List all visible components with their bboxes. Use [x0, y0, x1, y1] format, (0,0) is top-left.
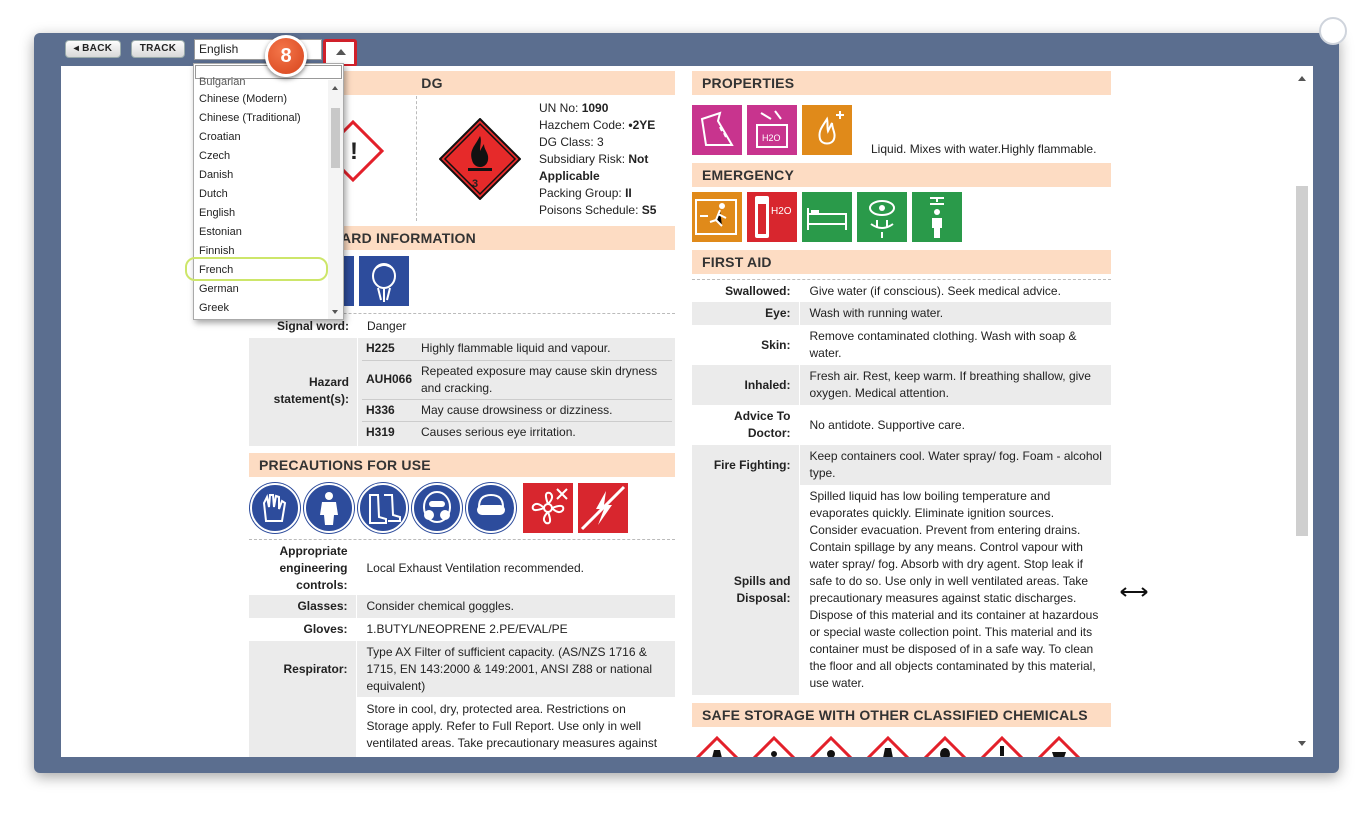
- first-aid-row: Eye: Wash with running water.: [692, 302, 1111, 325]
- first-aid-row: Inhaled: Fresh air. Rest, keep warm. If b…: [692, 365, 1111, 405]
- h2o-label-emergency: H2O: [771, 206, 792, 217]
- back-button[interactable]: ◂ BACK: [65, 40, 121, 58]
- language-option[interactable]: Chinese (Traditional): [199, 109, 301, 128]
- liquid-pour-icon: [692, 105, 742, 155]
- dropdown-scroll-down-icon[interactable]: [332, 310, 338, 314]
- dropdown-scroll-thumb[interactable]: [331, 108, 340, 168]
- rest-bed-icon: [802, 192, 852, 242]
- first-aid-row: Swallowed: Give water (if conscious). See…: [692, 280, 1111, 302]
- corner-icon[interactable]: [1319, 17, 1347, 45]
- fire-extinguisher-water-icon: H2O: [747, 192, 797, 242]
- dropdown-scrollbar[interactable]: [328, 80, 343, 319]
- properties-text: Liquid. Mixes with water.Highly flammabl…: [871, 142, 1097, 156]
- precaution-row: Respirator: Type AX Filter of sufficient …: [249, 641, 675, 697]
- precaution-row: Store in cool, dry, protected area. Rest…: [249, 697, 675, 757]
- evacuate-icon: [692, 192, 742, 242]
- vapour-pictogram: [359, 256, 409, 306]
- storage-pictograms-row: [692, 734, 1111, 757]
- first-aid-row: Spills and Disposal: Spilled liquid has l…: [692, 485, 1111, 695]
- language-option[interactable]: Czech: [199, 147, 230, 166]
- precaution-row: Appropriate engineering controls: Local E…: [249, 541, 675, 595]
- dropdown-scroll-up-icon[interactable]: [332, 86, 338, 90]
- gloves-icon: [250, 483, 300, 533]
- safe-storage-header: SAFE STORAGE WITH OTHER CLASSIFIED CHEMI…: [692, 703, 1111, 727]
- no-static-discharge-icon: [578, 483, 628, 533]
- language-option[interactable]: German: [199, 280, 239, 299]
- hazard-statement-row: H336 May cause drowsiness or dizziness.: [362, 399, 672, 421]
- precautions-table: Appropriate engineering controls: Local E…: [249, 541, 675, 757]
- h2o-label: H2O: [762, 133, 781, 143]
- dg-vertical-divider: [416, 96, 417, 221]
- language-option[interactable]: Chinese (Modern): [199, 90, 287, 109]
- language-option[interactable]: English: [199, 204, 235, 223]
- first-aid-row: Fire Fighting: Keep containers cool. Wate…: [692, 445, 1111, 485]
- hazard-statement-row: AUH066 Repeated exposure may cause skin …: [362, 360, 672, 399]
- dg-details: UN No: 1090 Hazchem Code: •2YE DG Class:…: [539, 101, 657, 217]
- scrollbar-thumb[interactable]: [1296, 186, 1308, 536]
- track-button[interactable]: TRACK: [131, 40, 185, 58]
- dg-diamond-number: 3: [472, 178, 479, 190]
- scroll-up-arrow-icon[interactable]: [1298, 76, 1306, 81]
- highly-flammable-icon: [802, 105, 852, 155]
- step-badge: 8: [265, 35, 307, 77]
- first-aid-table: Swallowed: Give water (if conscious). See…: [692, 280, 1111, 695]
- hazard-statements-label-cell: Hazard statement(s):: [249, 338, 357, 446]
- precautions-header: PRECAUTIONS FOR USE: [249, 453, 675, 477]
- hazard-statement-row: H319 Causes serious eye irritation.: [366, 424, 576, 439]
- language-option[interactable]: Greek: [199, 299, 229, 318]
- no-fan-ventilation-icon: [523, 483, 573, 533]
- boots-icon: [358, 483, 408, 533]
- scroll-down-arrow-icon[interactable]: [1298, 741, 1306, 746]
- language-dropdown[interactable]: Bulgarian Chinese (Modern) Chinese (Trad…: [193, 63, 344, 320]
- eye-wash-icon: [857, 192, 907, 242]
- exclamation-mark: !: [350, 138, 358, 165]
- mixes-with-water-icon: H2O: [747, 105, 797, 155]
- flammable-class3-diamond-icon: [438, 117, 522, 201]
- language-option[interactable]: Estonian: [199, 223, 242, 242]
- french-option-highlight: [185, 257, 328, 281]
- goggles-icon: [466, 483, 516, 533]
- language-option[interactable]: Danish: [199, 166, 233, 185]
- safety-shower-icon: [912, 192, 962, 242]
- first-aid-header: FIRST AID: [692, 250, 1111, 274]
- triangle-up-icon: [336, 49, 346, 55]
- resize-cursor-icon: [1120, 586, 1148, 597]
- protective-suit-icon: [304, 483, 354, 533]
- language-option[interactable]: Dutch: [199, 185, 228, 204]
- respirator-icon: [412, 483, 462, 533]
- precautions-divider: [249, 539, 675, 540]
- first-aid-row: Advice To Doctor: No antidote. Supportive…: [692, 405, 1111, 445]
- emergency-header: EMERGENCY: [692, 163, 1111, 187]
- precaution-row: Gloves: 1.BUTYL/NEOPRENE 2.PE/EVAL/PE: [249, 618, 675, 641]
- hazard-statements-list: H225 Highly flammable liquid and vapour.…: [358, 338, 675, 446]
- properties-header: PROPERTIES: [692, 71, 1111, 95]
- first-aid-row: Skin: Remove contaminated clothing. Wash …: [692, 325, 1111, 365]
- language-option[interactable]: Croatian: [199, 128, 241, 147]
- hazard-statement-row: H225 Highly flammable liquid and vapour.: [362, 338, 672, 360]
- content-scrollbar[interactable]: [1292, 66, 1313, 757]
- precaution-row: Glasses: Consider chemical goggles.: [249, 595, 675, 618]
